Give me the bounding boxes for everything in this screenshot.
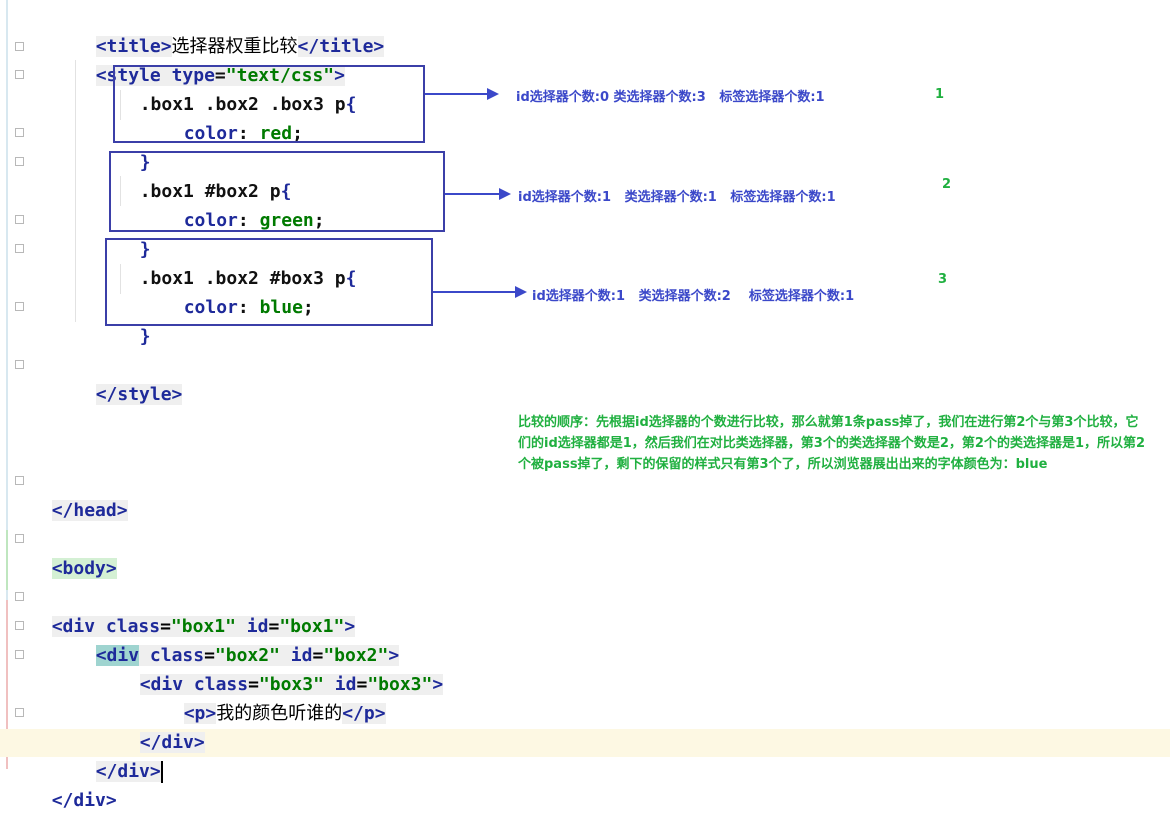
annotation-number-2: 2 xyxy=(942,177,952,192)
indent-guide xyxy=(75,60,76,322)
annotation-number-3: 3 xyxy=(938,272,948,287)
annotation-note-2: id选择器个数:1 类选择器个数:1 标签选择器个数:1 xyxy=(518,190,836,205)
annotation-arrow-3 xyxy=(433,286,527,298)
div1-close-tag: </div> xyxy=(51,790,117,811)
annotation-arrow-2 xyxy=(445,188,511,200)
annotation-box-rule3 xyxy=(105,238,433,326)
body-open-tag: <body> xyxy=(51,558,117,579)
text-cursor xyxy=(160,761,163,783)
code-line-title[interactable]: <title>选择器权重比较</title> xyxy=(74,3,385,57)
code-line-style-close[interactable]: </style> xyxy=(74,351,183,405)
fold-marker[interactable] xyxy=(15,592,24,601)
change-stripe-added xyxy=(6,530,8,590)
code-line-style-open[interactable]: <style type="text/css"> xyxy=(74,32,345,86)
code-line-div2[interactable]: <div class="box2" id="box2"> xyxy=(74,612,400,666)
code-line-head-close[interactable]: </head> xyxy=(30,467,128,521)
code-line-body-open[interactable]: <body> xyxy=(30,525,117,579)
fold-marker[interactable] xyxy=(15,650,24,659)
code-line-p[interactable]: <p>我的颜色听谁的</p> xyxy=(162,670,386,724)
annotation-note-1: id选择器个数:0 类选择器个数:3 标签选择器个数:1 xyxy=(516,90,825,105)
fold-marker[interactable] xyxy=(15,244,24,253)
fold-marker[interactable] xyxy=(15,708,24,717)
fold-marker[interactable] xyxy=(15,302,24,311)
head-close-tag: </head> xyxy=(51,500,128,521)
code-line-div1[interactable]: <div class="box1" id="box1"> xyxy=(30,583,356,637)
annotation-box-rule2 xyxy=(109,151,445,232)
annotation-arrow-1 xyxy=(425,88,499,100)
annotation-explanation: 比较的顺序：先根据id选择器的个数进行比较，那么就第1条pass掉了，我们在进行… xyxy=(518,415,1146,472)
fold-marker[interactable] xyxy=(15,157,24,166)
div3-tag-end: > xyxy=(432,674,444,695)
annotation-note-3: id选择器个数:1 类选择器个数:2 标签选择器个数:1 xyxy=(532,289,855,304)
fold-marker[interactable] xyxy=(15,476,24,485)
fold-marker[interactable] xyxy=(15,534,24,543)
fold-marker[interactable] xyxy=(15,215,24,224)
fold-marker[interactable] xyxy=(15,128,24,137)
fold-marker[interactable] xyxy=(15,42,24,51)
fold-marker[interactable] xyxy=(15,621,24,630)
code-line-div2-close[interactable]: </div> xyxy=(74,728,163,783)
style-close-tag: </style> xyxy=(95,384,183,405)
p-close-tag: </p> xyxy=(342,703,386,724)
code-line-div3[interactable]: <div class="box3" id="box3"> xyxy=(118,641,444,695)
rule3-brace-close: } xyxy=(139,326,151,347)
p-text: 我的颜色听谁的 xyxy=(216,703,343,724)
fold-marker[interactable] xyxy=(15,360,24,369)
code-line-div1-close[interactable]: </div> xyxy=(30,757,117,811)
annotation-number-1: 1 xyxy=(935,87,945,102)
annotation-box-rule1 xyxy=(113,65,425,143)
fold-marker[interactable] xyxy=(15,70,24,79)
code-line-div3-close[interactable]: </div> xyxy=(118,699,205,753)
